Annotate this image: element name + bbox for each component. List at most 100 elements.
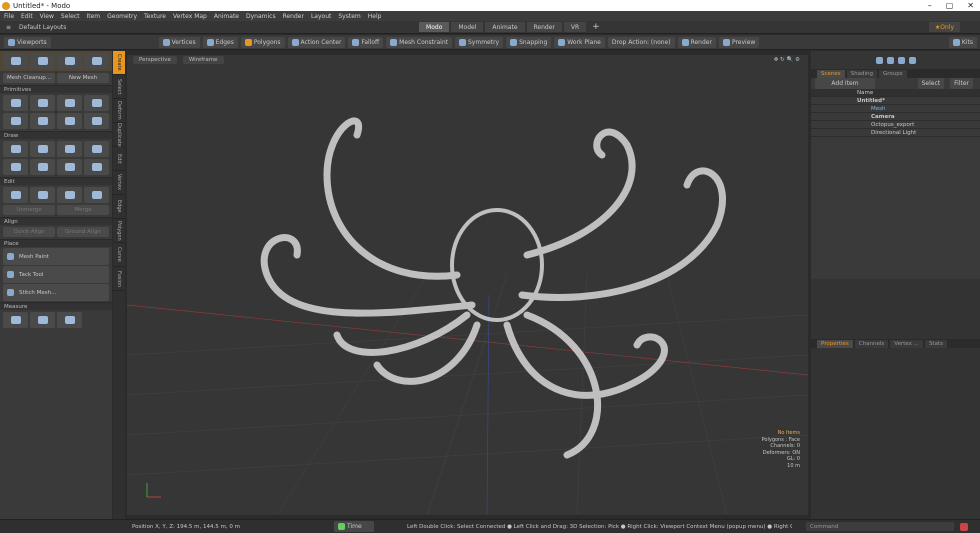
mesh-item-icon[interactable]: [875, 56, 883, 64]
angle-tool[interactable]: [30, 312, 55, 328]
drop-action-select[interactable]: Drop Action: (none): [607, 36, 675, 48]
tab-groups[interactable]: Groups: [878, 69, 907, 78]
cylinder-tool[interactable]: [30, 113, 55, 129]
time-button[interactable]: Time: [334, 521, 374, 532]
plane-tool[interactable]: [84, 141, 109, 157]
snapping-button[interactable]: Snapping: [506, 36, 552, 48]
vtab-edit[interactable]: Edit: [113, 147, 125, 171]
menu-edit[interactable]: Edit: [21, 13, 33, 20]
tab-vertex[interactable]: Vertex ...: [890, 339, 923, 348]
minimize-button[interactable]: –: [928, 1, 932, 10]
volume-tool[interactable]: [57, 312, 82, 328]
menu-select[interactable]: Select: [61, 13, 80, 20]
add-item-button[interactable]: Add Item: [815, 78, 875, 89]
close-button[interactable]: ✕: [967, 1, 974, 10]
vtab-edge[interactable]: Edge: [113, 195, 125, 219]
shading-mode-select[interactable]: Wireframe: [182, 56, 224, 64]
tab-scenes[interactable]: Scenes: [817, 69, 845, 78]
camera-item-icon[interactable]: [886, 56, 894, 64]
curve-tool[interactable]: [3, 159, 28, 175]
vtab-fusion[interactable]: Fusion: [113, 267, 125, 291]
sphere-tool[interactable]: [30, 95, 55, 111]
menu-system[interactable]: System: [338, 13, 360, 20]
3d-viewport[interactable]: [127, 55, 808, 515]
menu-view[interactable]: View: [40, 13, 54, 20]
only-toggle[interactable]: ★ Only: [928, 22, 960, 32]
sketch-tool[interactable]: [57, 141, 82, 157]
add-tab-button[interactable]: +: [592, 22, 600, 32]
polygons-button[interactable]: Polygons: [240, 36, 285, 48]
tab-render[interactable]: Render: [526, 22, 562, 32]
pen-tool[interactable]: [3, 141, 28, 157]
scale-tool[interactable]: [84, 53, 109, 69]
command-input[interactable]: Command: [806, 522, 954, 531]
spline-tool[interactable]: [84, 159, 109, 175]
filter-button[interactable]: Filter: [950, 78, 973, 89]
vtab-duplicate[interactable]: Duplicate: [113, 123, 125, 147]
select-button[interactable]: Select: [917, 78, 945, 89]
edit-header[interactable]: Edit: [0, 177, 112, 185]
tree-item-mesh[interactable]: Mesh: [811, 105, 980, 113]
tree-item-octopus[interactable]: Octopus_export: [811, 121, 980, 129]
kits-button[interactable]: Kits: [948, 36, 977, 48]
new-mesh-button[interactable]: New Mesh: [57, 73, 109, 83]
default-layouts-label[interactable]: Default Layouts: [19, 24, 419, 31]
capsule-tool[interactable]: [57, 95, 82, 111]
quick-align-button[interactable]: Quick Align: [3, 227, 55, 237]
measure-header[interactable]: Measure: [0, 302, 112, 310]
mesh-paint-button[interactable]: Mesh Paint: [3, 248, 109, 265]
tab-properties[interactable]: Properties: [817, 339, 853, 348]
symmetry-button[interactable]: Symmetry: [454, 36, 504, 48]
rotate-tool[interactable]: [57, 53, 82, 69]
stitch-mesh-button[interactable]: Stitch Mesh...: [3, 284, 109, 301]
align-header[interactable]: Align: [0, 217, 112, 225]
merge-button[interactable]: Merge: [57, 205, 109, 215]
pin-tool[interactable]: [57, 187, 82, 203]
text-tool[interactable]: [84, 113, 109, 129]
vtab-deform[interactable]: Deform: [113, 99, 125, 123]
menu-animate[interactable]: Animate: [214, 13, 239, 20]
vtab-curve[interactable]: Curve: [113, 243, 125, 267]
name-column-header[interactable]: Name: [811, 89, 980, 97]
tab-vr[interactable]: VR: [563, 22, 587, 32]
vtab-vertex[interactable]: Vertex: [113, 171, 125, 195]
viewport-nav-icons[interactable]: ✥ ↻ 🔍 ⚙: [774, 57, 800, 63]
primitives-header[interactable]: Primitives: [0, 85, 112, 93]
locator-item-icon[interactable]: [908, 56, 916, 64]
tree-item-camera[interactable]: Camera: [811, 113, 980, 121]
tree-item-scene[interactable]: Untitled*: [811, 97, 980, 105]
tree-item-light[interactable]: Directional Light: [811, 129, 980, 137]
cone-tool[interactable]: [84, 95, 109, 111]
tube-tool[interactable]: [57, 159, 82, 175]
menu-file[interactable]: File: [4, 13, 14, 20]
bezier-tool[interactable]: [30, 159, 55, 175]
menu-vertex-map[interactable]: Vertex Map: [173, 13, 207, 20]
tab-modo[interactable]: Modo: [419, 22, 450, 32]
transform-tool[interactable]: [3, 53, 28, 69]
copy-tool[interactable]: [30, 187, 55, 203]
work-plane-button[interactable]: Work Plane: [554, 36, 605, 48]
menu-dynamics[interactable]: Dynamics: [246, 13, 276, 20]
menu-layout[interactable]: Layout: [311, 13, 331, 20]
menu-help[interactable]: Help: [368, 13, 382, 20]
vtab-polygon[interactable]: Polygon: [113, 219, 125, 243]
paste-tool[interactable]: [84, 187, 109, 203]
edges-button[interactable]: Edges: [202, 36, 238, 48]
tab-channels[interactable]: Channels: [854, 339, 889, 348]
polygon-draw-tool[interactable]: [30, 141, 55, 157]
maximize-button[interactable]: ▢: [946, 1, 954, 10]
tack-tool-button[interactable]: Tack Tool: [3, 266, 109, 283]
place-header[interactable]: Place: [0, 239, 112, 247]
ground-align-button[interactable]: Ground Align: [57, 227, 109, 237]
tab-shading[interactable]: Shading: [846, 69, 877, 78]
torus-tool[interactable]: [3, 113, 28, 129]
menu-texture[interactable]: Texture: [144, 13, 166, 20]
unmerge-button[interactable]: Unmerge: [3, 205, 55, 215]
move-tool[interactable]: [30, 53, 55, 69]
ruler-tool[interactable]: [3, 312, 28, 328]
tab-model[interactable]: Model: [451, 22, 484, 32]
wedge-tool[interactable]: [57, 113, 82, 129]
vertices-button[interactable]: Vertices: [158, 36, 200, 48]
menu-geometry[interactable]: Geometry: [107, 13, 137, 20]
preview-button[interactable]: Preview: [718, 36, 760, 48]
